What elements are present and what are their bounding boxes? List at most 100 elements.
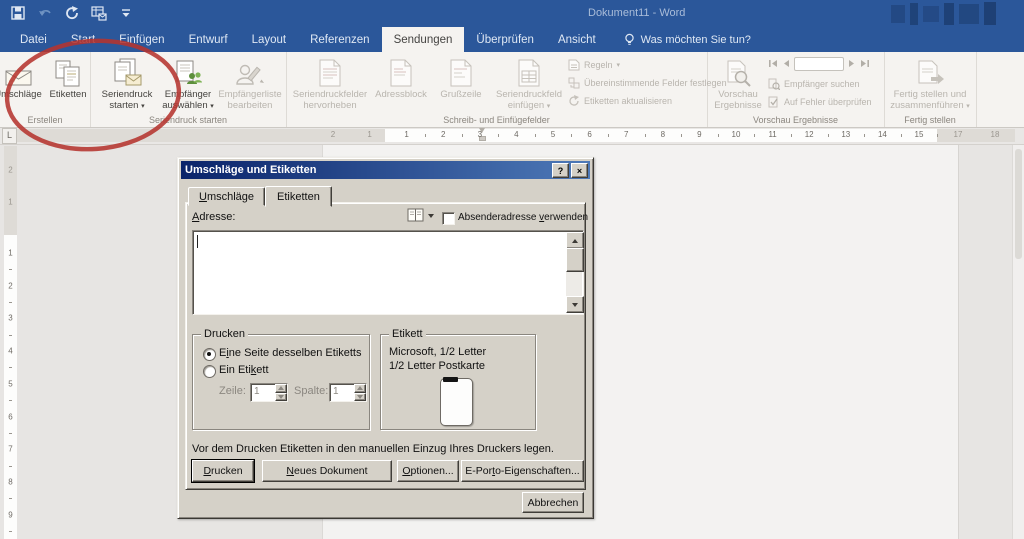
ruler-number: 2 [331,130,335,139]
tell-me-box[interactable]: Was möchten Sie tun? [624,27,751,52]
preview-tools-column: Empfänger suchen Auf Fehler überprüfen [768,56,872,111]
seriendruck-starten-button[interactable]: Seriendruck starten ▾ [96,55,158,111]
greeting-line-icon [450,55,472,90]
adressblock-button[interactable]: Adressblock [370,55,432,101]
umschlaege-etiketten-dialog: Umschläge und Etiketten ? × Umschläge Et… [177,157,594,519]
first-record-button[interactable] [768,55,778,73]
tab-stop-selector[interactable]: L [2,128,17,144]
tab-ansicht[interactable]: Ansicht [546,27,608,52]
merge-field-tools-column: Regeln ▾ Übereinstimmende Felder festleg… [568,56,727,110]
ruler-number: 4 [514,130,518,139]
spin-down-icon[interactable] [354,393,366,402]
mail-merge-start-icon [112,55,142,90]
scroll-down-button[interactable] [566,296,584,313]
sender-address-checkbox[interactable] [442,212,455,225]
ruler-number: 1 [367,130,371,139]
empfaengerliste-bearbeiten-button[interactable]: Empfängerliste bearbeiten [216,55,284,111]
tab-start[interactable]: Start [59,27,107,52]
redo-icon[interactable] [64,5,80,21]
tab-ueberpruefen[interactable]: Überprüfen [464,27,546,52]
full-page-radio[interactable] [203,348,216,361]
ruler-number: 7 [4,445,17,454]
horizontal-ruler[interactable]: L 211234567891011121314151718 [0,128,1024,145]
label-groupbox: Etikett Microsoft, 1/2 Letter 1/2 Letter… [380,334,536,430]
empfaenger-auswaehlen-button[interactable]: Empfänger auswählen ▾ [158,55,218,111]
dialog-help-button[interactable]: ? [552,163,569,178]
single-label-radio-label[interactable]: Ein Etikett [219,364,269,376]
dropdown-caret-icon: ▾ [966,103,970,110]
customize-quick-access-icon[interactable] [118,5,134,21]
scroll-up-button[interactable] [566,232,584,249]
empfaenger-suchen-button[interactable]: Empfänger suchen [768,75,872,93]
dialog-tab-etiketten[interactable]: Etiketten [265,186,332,207]
dropdown-caret-icon: ▾ [210,103,214,110]
tab-sendungen[interactable]: Sendungen [382,27,465,52]
edit-recipient-list-icon [235,55,265,90]
tab-datei[interactable]: Datei [8,27,59,52]
dialog-title: Umschläge und Etiketten [185,164,316,176]
save-icon[interactable] [10,5,26,21]
etiketten-aktualisieren-button[interactable]: Etiketten aktualisieren [568,92,727,110]
dialog-close-button[interactable]: × [571,163,588,178]
grusszeile-button[interactable]: Grußzeile [432,55,490,101]
uebereinstimmende-felder-button[interactable]: Übereinstimmende Felder festlegen [568,74,727,92]
previous-record-button[interactable] [782,55,790,73]
ruler-number: 2 [441,130,445,139]
optionen-button[interactable]: Optionen... [397,460,459,482]
last-record-button[interactable] [860,55,870,73]
record-number-field[interactable] [794,57,844,71]
finish-merge-icon [915,55,945,90]
mail-merge-icon[interactable] [91,5,107,21]
spin-up-icon[interactable] [354,384,366,393]
update-labels-icon [568,95,580,107]
ruler-number: 1 [4,249,17,258]
spin-up-icon[interactable] [275,384,287,393]
regeln-button[interactable]: Regeln ▾ [568,56,727,74]
scrollbar-thumb[interactable] [1015,149,1022,259]
text-cursor [197,235,198,248]
full-page-radio-label[interactable]: Eine Seite desselben Etiketts [219,347,362,359]
ruler-number: 2 [4,281,17,290]
eporto-eigenschaften-button[interactable]: E-Porto-Eigenschaften... [461,460,584,482]
ruler-number: 2 [4,166,17,175]
drucken-button[interactable]: Drucken [192,460,254,482]
single-label-radio[interactable] [203,365,216,378]
auf-fehler-ueberpruefen-button[interactable]: Auf Fehler überprüfen [768,93,872,111]
seriendruckfelder-hervorheben-button[interactable]: Seriendruckfelder hervorheben [290,55,370,111]
labels-icon [55,55,81,90]
tab-referenzen[interactable]: Referenzen [298,27,381,52]
next-record-button[interactable] [848,55,856,73]
vorschau-ergebnisse-button[interactable]: Vorschau Ergebnisse [710,55,766,111]
ruler-number: 4 [4,347,17,356]
vertical-scrollbar[interactable] [1012,145,1024,539]
find-recipient-icon [768,78,780,90]
dialog-tab-page: Adresse: Absenderadresse verwenden [185,202,586,490]
textarea-scrollbar[interactable] [566,232,582,313]
insert-address-button[interactable] [407,208,434,223]
seriendruckfeld-einfuegen-button[interactable]: Seriendruckfeld einfügen ▾ [492,55,566,111]
ruler-number: 7 [624,130,628,139]
tab-entwurf[interactable]: Entwurf [177,27,240,52]
etiketten-button[interactable]: Etiketten [45,55,91,101]
dialog-tab-umschlaege[interactable]: Umschläge [188,187,265,206]
lightbulb-icon [624,33,635,46]
vertical-ruler[interactable]: 21123456789 [4,146,17,539]
abbrechen-button[interactable]: Abbrechen [522,492,584,513]
undo-icon[interactable] [37,5,53,21]
row-spinner[interactable]: 1 [250,383,288,402]
ribbon-group-erstellen: Umschläge Etiketten Erstellen [0,52,91,127]
fertig-stellen-button[interactable]: Fertig stellen und zusammenführen ▾ [886,55,974,111]
column-spinner[interactable]: 1 [329,383,367,402]
tab-layout[interactable]: Layout [240,27,299,52]
ruler-number: 14 [878,130,887,139]
window-controls-blur [891,2,1016,25]
dialog-title-bar[interactable]: Umschläge und Etiketten ? × [181,161,590,179]
neues-dokument-button[interactable]: Neues Dokument [262,460,392,482]
ribbon-group-schreib-einfuegefelder: Seriendruckfelder hervorheben Adressbloc… [286,52,708,127]
tab-einfuegen[interactable]: Einfügen [107,27,176,52]
scrollbar-thumb[interactable] [566,248,584,272]
umschlaege-button[interactable]: Umschläge [0,55,44,101]
spin-down-icon[interactable] [275,393,287,402]
address-textarea[interactable] [192,230,584,315]
quick-access-toolbar [10,5,134,21]
